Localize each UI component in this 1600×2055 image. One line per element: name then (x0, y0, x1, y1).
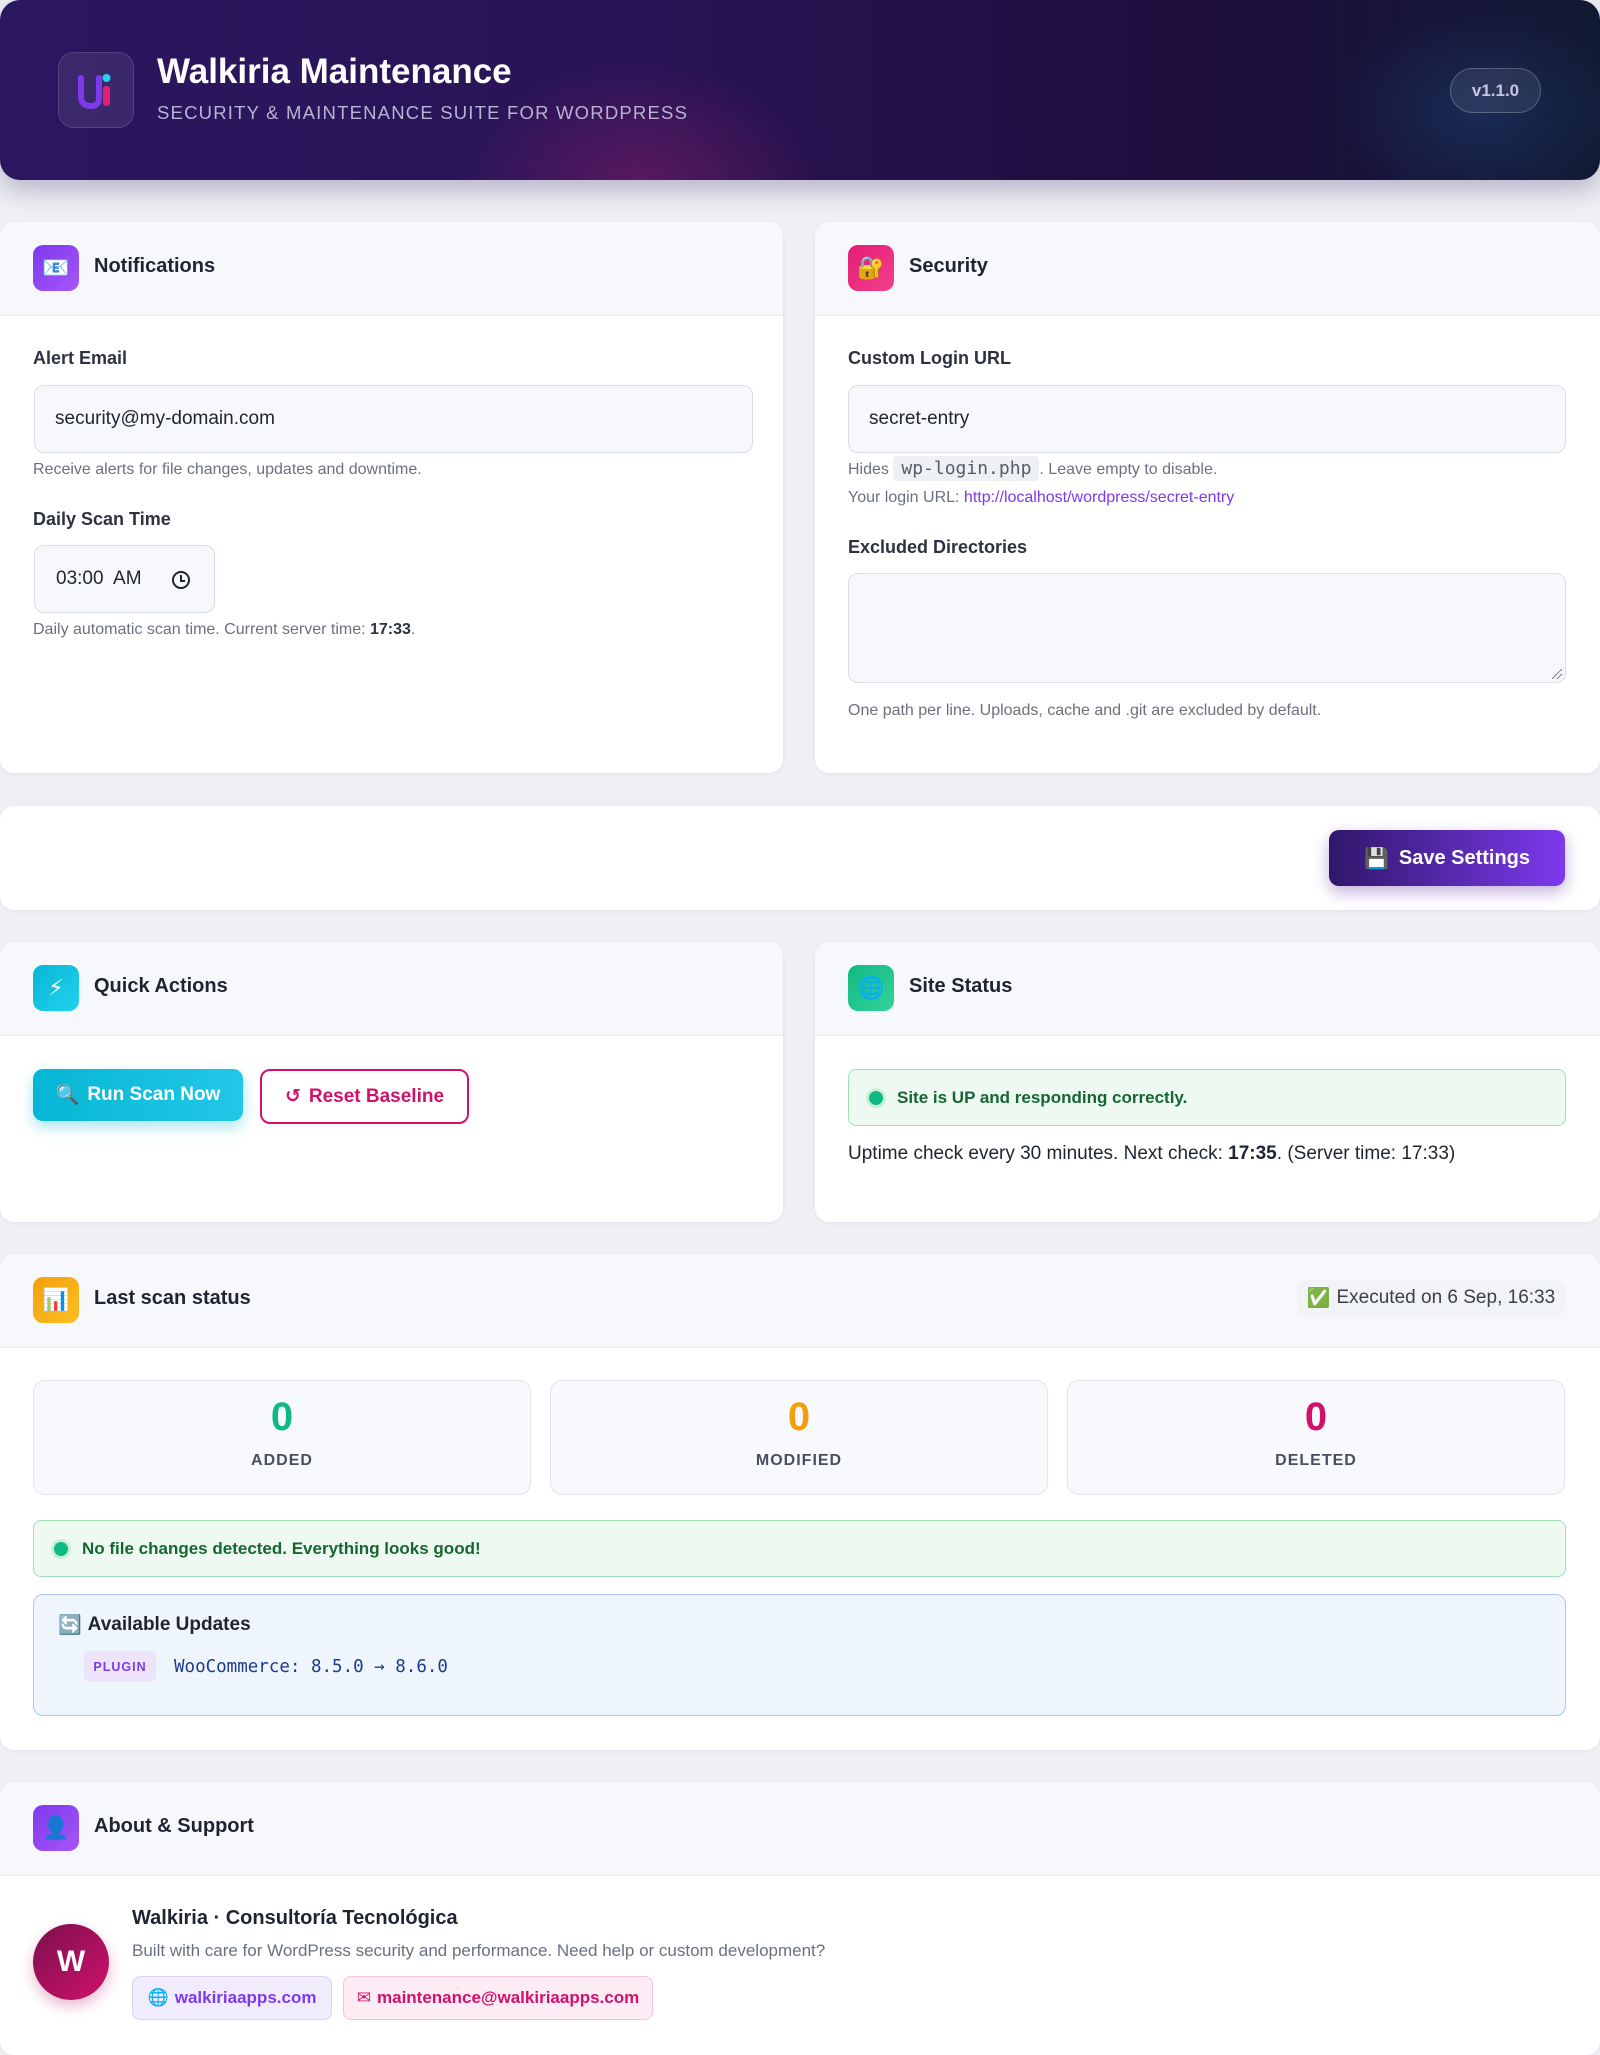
login-url-input[interactable]: secret-entry (848, 385, 1566, 453)
notifications-card: 📧 Notifications (0, 222, 783, 773)
alert-email-help: Receive alerts for file changes, updates… (33, 461, 422, 478)
about-header: 👤 About & Support (0, 1782, 1600, 1876)
stat-value: 0 (270, 1395, 294, 1439)
stat-value: 0 (787, 1395, 811, 1439)
quick-actions-title: Quick Actions (94, 975, 228, 997)
login-url-label: Custom Login URL (848, 348, 1011, 368)
email-icon: 📧 (33, 245, 79, 291)
executed-badge: ✅ Executed on 6 Sep, 16:33 (1297, 1280, 1565, 1316)
login-url-prefix: Your login URL: (848, 489, 964, 506)
last-scan-title: Last scan status (94, 1287, 251, 1309)
site-status-title: Site Status (909, 975, 1013, 997)
website-link[interactable]: 🌐 walkiriaapps.com (132, 1976, 332, 2020)
avatar: W (33, 1924, 109, 2000)
check-mark-icon: ✅ (1306, 1288, 1331, 1309)
scan-time-help-text: Daily automatic scan time. Current serve… (33, 621, 370, 638)
company-name: Walkiria · Consultoría Tecnológica (132, 1907, 458, 1929)
reset-baseline-button[interactable]: ↺ Reset Baseline (260, 1069, 469, 1124)
textarea-resize-handle[interactable] (1552, 669, 1562, 679)
excluded-dirs-label: Excluded Directories (848, 537, 1028, 557)
notifications-title: Notifications (94, 255, 216, 277)
no-changes-alert: No file changes detected. Everything loo… (33, 1520, 1566, 1577)
refresh-icon: 🔄 (58, 1615, 82, 1636)
excluded-dirs-help: One path per line. Uploads, cache and .g… (848, 702, 1322, 719)
update-type-tag: PLUGIN (84, 1651, 156, 1682)
reset-icon: ↺ (284, 1086, 301, 1107)
app-logo (58, 52, 134, 128)
status-dot-icon (869, 1090, 883, 1105)
company-description: Built with care for WordPress security a… (132, 1941, 826, 1960)
version-badge: v1.1.0 (1450, 68, 1541, 113)
website-label: walkiriaapps.com (174, 1988, 317, 2007)
globe-icon: 🌐 (147, 1988, 169, 2007)
excluded-dirs-textarea[interactable] (848, 573, 1566, 683)
login-url-preview: Your login URL: http://localhost/wordpre… (848, 489, 1234, 507)
available-updates-label: Available Updates (87, 1614, 251, 1635)
update-item: WooCommerce: 8.5.0 → 8.6.0 (174, 1657, 448, 1677)
scan-time-help-suffix: . (410, 621, 416, 638)
notifications-card-header: 📧 Notifications (0, 222, 783, 316)
scan-time-label: Daily Scan Time (33, 509, 171, 529)
site-up-alert: Site is UP and responding correctly. (848, 1069, 1566, 1126)
available-updates-panel: 🔄 Available Updates PLUGIN WooCommerce: … (33, 1594, 1566, 1716)
hides-suffix: . Leave empty to disable. (1039, 461, 1218, 478)
server-time: 17:33 (370, 621, 411, 638)
stat-added: 0 ADDED (33, 1380, 531, 1495)
run-scan-button[interactable]: 🔍 Run Scan Now (33, 1069, 243, 1121)
globe-icon: 🌐 (848, 965, 894, 1011)
available-updates-title: 🔄 Available Updates (58, 1613, 251, 1637)
stat-label: DELETED (1275, 1452, 1357, 1469)
email-link[interactable]: ✉ maintenance@walkiriaapps.com (343, 1976, 653, 2020)
clock-icon[interactable] (172, 571, 190, 589)
lightning-icon: ⚡ (33, 965, 79, 1011)
save-settings-button[interactable]: 💾 Save Settings (1329, 830, 1565, 886)
login-url-link[interactable]: http://localhost/wordpress/secret-entry (964, 489, 1234, 506)
security-title: Security (909, 255, 988, 277)
run-scan-label: Run Scan Now (87, 1084, 221, 1105)
wp-login-code: wp-login.php (893, 456, 1040, 481)
app-title: Walkiria Maintenance (157, 52, 512, 91)
security-card-header: 🔐 Security (815, 222, 1600, 316)
scan-time-input[interactable]: 03:00 AM (34, 545, 215, 613)
uptime-info: Uptime check every 30 minutes. Next chec… (848, 1143, 1455, 1165)
stat-modified: 0 MODIFIED (550, 1380, 1048, 1495)
site-status-header: 🌐 Site Status (815, 942, 1600, 1036)
reset-baseline-label: Reset Baseline (308, 1085, 445, 1107)
site-up-message: Site is UP and responding correctly. (897, 1087, 1188, 1107)
floppy-disk-icon: 💾 (1363, 847, 1389, 870)
search-icon: 🔍 (55, 1085, 80, 1106)
login-url-hides-help: Hides wp-login.php. Leave empty to disab… (848, 456, 1218, 481)
scan-time-value: 03:00 AM (56, 568, 142, 589)
uptime-prefix: Uptime check every 30 minutes. Next chec… (848, 1143, 1229, 1164)
app-subtitle: SECURITY & MAINTENANCE SUITE FOR WORDPRE… (157, 102, 689, 123)
stat-label: MODIFIED (755, 1452, 843, 1469)
executed-text: Executed on 6 Sep, 16:33 (1336, 1287, 1556, 1308)
user-icon: 👤 (33, 1805, 79, 1851)
stat-deleted: 0 DELETED (1067, 1380, 1565, 1495)
stat-value: 0 (1304, 1395, 1328, 1439)
uptime-suffix: . (Server time: 17:33) (1276, 1143, 1456, 1164)
alert-email-input[interactable]: security@my-domain.com (34, 385, 753, 453)
walkiria-logo-icon (78, 74, 111, 110)
envelope-icon: ✉ (356, 1988, 371, 2007)
bar-chart-icon: 📊 (33, 1277, 79, 1323)
alert-email-label: Alert Email (33, 348, 128, 368)
save-settings-label: Save Settings (1398, 846, 1531, 869)
email-label: maintenance@walkiriaapps.com (377, 1988, 640, 2007)
app-header: Walkiria Maintenance SECURITY & MAINTENA… (0, 0, 1600, 180)
lock-icon: 🔐 (848, 245, 894, 291)
quick-actions-header: ⚡ Quick Actions (0, 942, 783, 1036)
next-check-time: 17:35 (1228, 1143, 1277, 1164)
hides-prefix: Hides (848, 461, 894, 478)
stat-label: ADDED (251, 1452, 313, 1469)
status-dot-icon (54, 1541, 68, 1556)
scan-time-help: Daily automatic scan time. Current serve… (33, 621, 415, 639)
about-title: About & Support (94, 1815, 254, 1837)
no-changes-message: No file changes detected. Everything loo… (82, 1538, 481, 1558)
